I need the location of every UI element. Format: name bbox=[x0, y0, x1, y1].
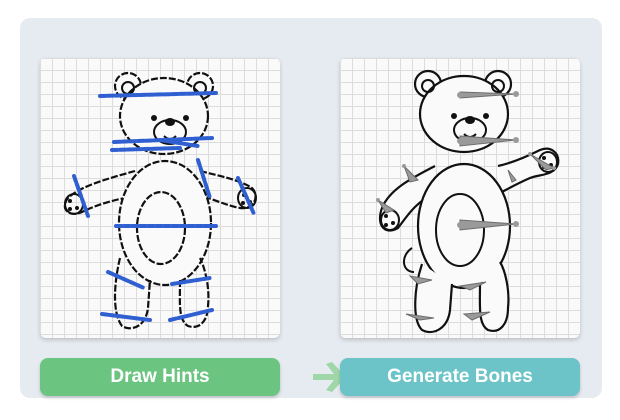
draw-hints-button[interactable]: Draw Hints bbox=[40, 358, 280, 396]
workflow-panel: Draw Hints Generate Bones bbox=[20, 18, 602, 398]
bear-with-hints-drawing bbox=[63, 71, 257, 330]
hints-canvas[interactable] bbox=[40, 58, 280, 338]
bear-with-bones-drawing bbox=[376, 69, 560, 334]
generate-bones-button[interactable]: Generate Bones bbox=[340, 358, 580, 396]
bones-canvas[interactable] bbox=[340, 58, 580, 338]
generate-bones-label: Generate Bones bbox=[387, 366, 533, 387]
draw-hints-label: Draw Hints bbox=[110, 366, 210, 387]
